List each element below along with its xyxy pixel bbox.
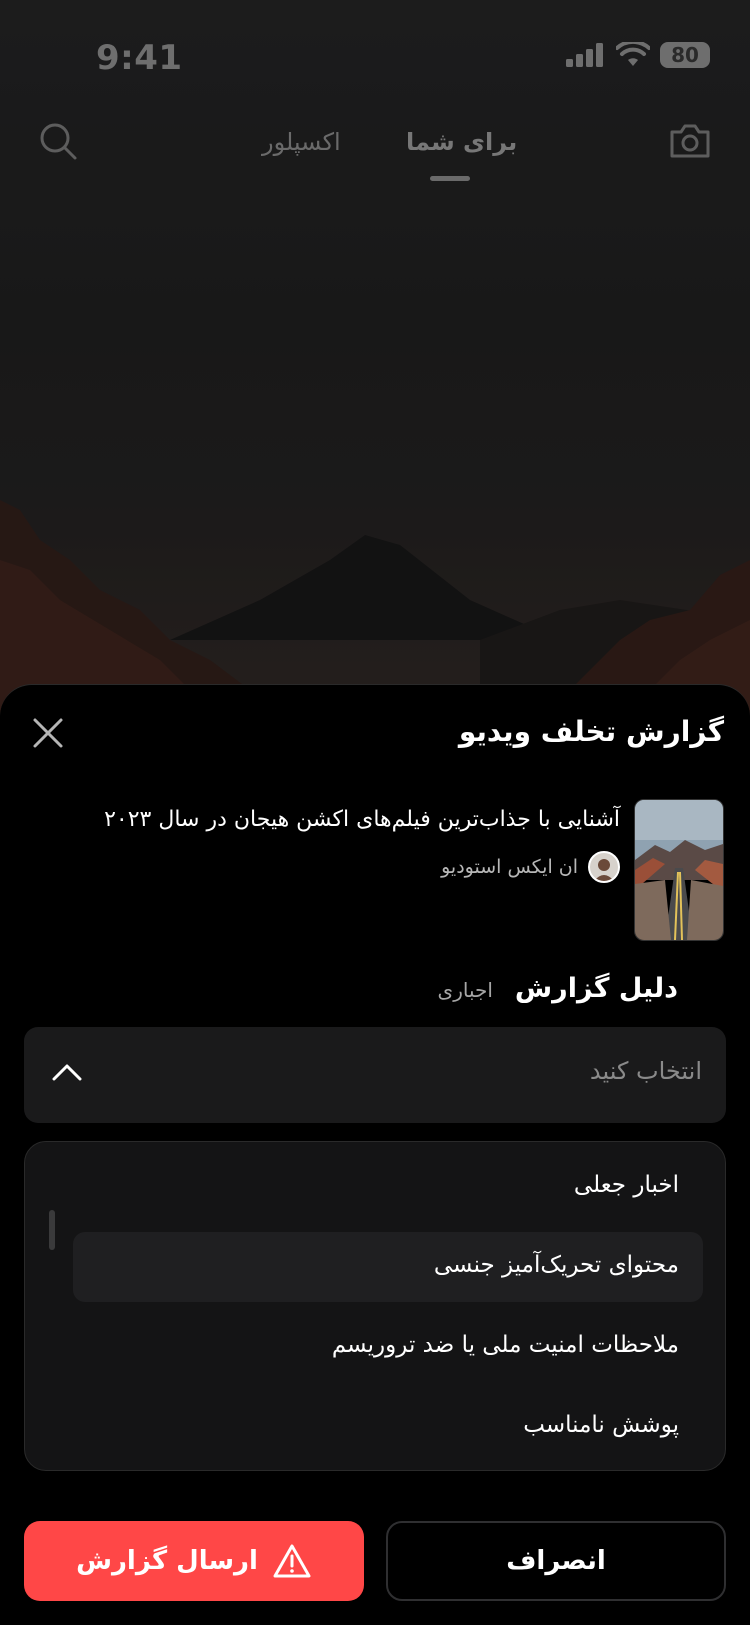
video-title: آشنایی با جذاب‌ترین فیلم‌های اکشن هیجان … — [104, 807, 620, 832]
select-placeholder: انتخاب کنید — [589, 1057, 702, 1085]
submit-report-button[interactable]: ارسال گزارش — [24, 1521, 364, 1601]
option-national-security[interactable]: ملاحظات امنیت ملی یا ضد تروریسم — [73, 1312, 703, 1382]
option-inappropriate-clothing[interactable]: پوشش نامناسب — [73, 1392, 703, 1462]
status-bar: 9:41 80 — [0, 0, 750, 120]
reason-options-list: اخبار جعلی محتوای تحریک‌آمیز جنسی ملاحظا… — [24, 1141, 726, 1471]
option-fake-news[interactable]: اخبار جعلی — [73, 1152, 703, 1222]
option-label: پوشش نامناسب — [523, 1412, 679, 1438]
avatar — [588, 851, 620, 883]
cancel-button[interactable]: انصراف — [386, 1521, 726, 1601]
sheet-title: گزارش تخلف ویدیو — [458, 715, 724, 748]
warning-icon — [273, 1544, 311, 1578]
scrollbar[interactable] — [49, 1210, 55, 1250]
submit-label: ارسال گزارش — [76, 1546, 258, 1576]
close-icon[interactable] — [26, 711, 70, 755]
reason-header: دلیل گزارش اجباری — [438, 973, 678, 1004]
report-sheet: گزارش تخلف ویدیو آشنایی با جذاب‌ترین فیل… — [0, 684, 750, 1625]
top-nav: اکسپلور برای شما — [0, 112, 750, 192]
battery-level: 80 — [671, 43, 699, 67]
active-tab-indicator — [430, 176, 470, 181]
channel-name: ان ایکس استودیو — [441, 856, 578, 878]
reason-label: دلیل گزارش — [514, 973, 678, 1004]
cellular-signal-icon — [566, 43, 603, 67]
reason-select[interactable]: انتخاب کنید — [24, 1027, 726, 1123]
video-info: آشنایی با جذاب‌ترین فیلم‌های اکشن هیجان … — [44, 799, 724, 941]
cancel-label: انصراف — [506, 1546, 606, 1576]
tab-for-you[interactable]: برای شما — [406, 128, 517, 156]
option-label: ملاحظات امنیت ملی یا ضد تروریسم — [331, 1332, 679, 1358]
video-thumbnail — [634, 799, 724, 941]
required-badge: اجباری — [437, 978, 493, 1002]
option-label: محتوای تحریک‌آمیز جنسی — [433, 1252, 679, 1278]
option-label: اخبار جعلی — [573, 1172, 679, 1198]
wifi-icon — [616, 42, 650, 66]
chevron-up-icon — [52, 1064, 82, 1081]
status-icons: 80 — [566, 42, 710, 68]
option-sexual-content[interactable]: محتوای تحریک‌آمیز جنسی — [73, 1232, 703, 1302]
status-time: 9:41 — [96, 38, 183, 78]
camera-icon[interactable] — [668, 120, 712, 160]
battery-icon: 80 — [660, 42, 710, 68]
search-icon[interactable] — [38, 120, 78, 164]
channel-info[interactable]: ان ایکس استودیو — [441, 851, 620, 883]
tab-explore[interactable]: اکسپلور — [262, 128, 341, 156]
